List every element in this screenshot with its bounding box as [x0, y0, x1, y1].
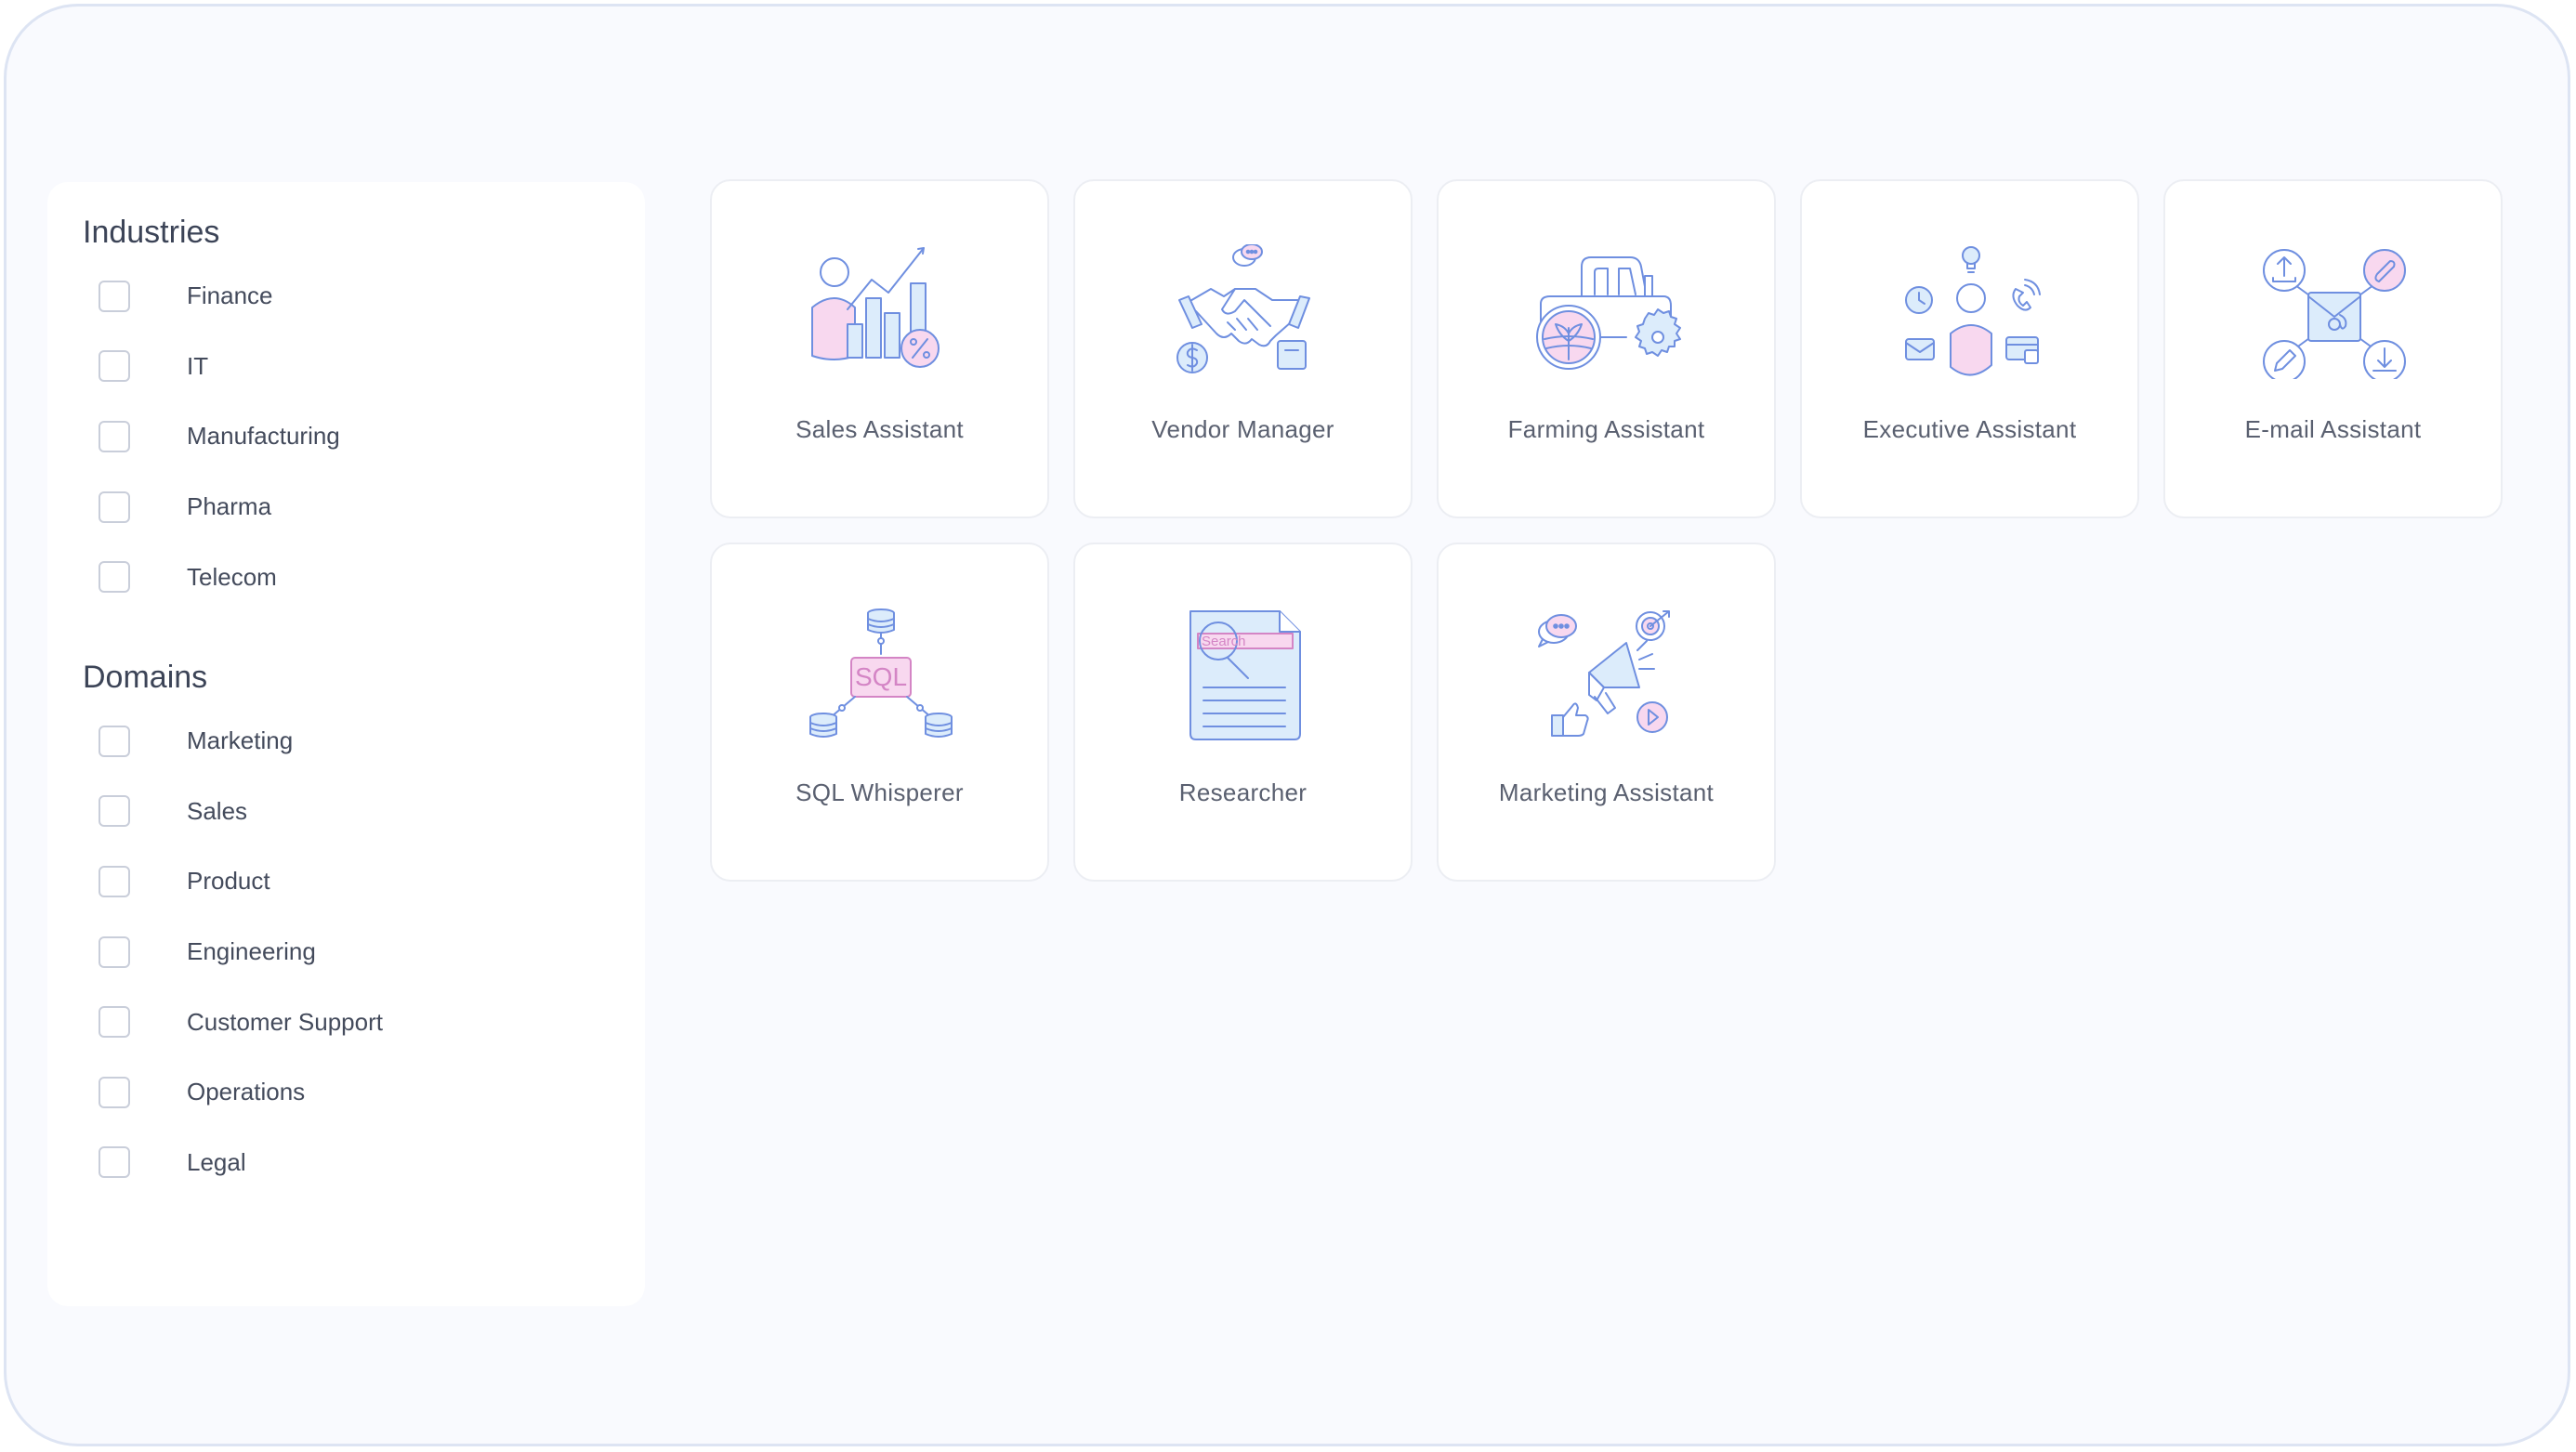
- filter-label: Pharma: [187, 492, 272, 521]
- filter-label: Marketing: [187, 726, 294, 755]
- filter-option-customer-support[interactable]: Customer Support: [99, 987, 383, 1057]
- filter-label: Telecom: [187, 562, 277, 591]
- megaphone-icon: [1533, 608, 1682, 742]
- industries-heading: Industries: [83, 215, 220, 250]
- checkbox[interactable]: [99, 865, 130, 897]
- assistant-card-sql-whisperer[interactable]: SQL SQL Whisperer: [710, 543, 1049, 882]
- checkbox[interactable]: [99, 561, 130, 594]
- checkbox[interactable]: [99, 725, 130, 757]
- checkbox[interactable]: [99, 795, 130, 828]
- sql-label: SQL: [855, 662, 907, 691]
- filter-option-product[interactable]: Product: [99, 846, 383, 917]
- filter-label: Manufacturing: [187, 422, 340, 451]
- app-frame: Industries Finance IT Manufacturing Phar…: [4, 4, 2570, 1446]
- filter-option-it[interactable]: IT: [99, 332, 340, 402]
- assistant-card-email-assistant[interactable]: E-mail Assistant: [2163, 179, 2503, 518]
- checkbox[interactable]: [99, 491, 130, 523]
- card-title: Researcher: [1178, 778, 1308, 806]
- search-document-icon: Search: [1170, 608, 1319, 742]
- filter-option-legal[interactable]: Legal: [99, 1128, 383, 1198]
- sales-chart-icon: [807, 244, 955, 379]
- assistant-card-executive-assistant[interactable]: Executive Assistant: [1800, 179, 2139, 518]
- card-title: Executive Assistant: [1862, 415, 2077, 443]
- checkbox[interactable]: [99, 1006, 130, 1039]
- filter-option-telecom[interactable]: Telecom: [99, 542, 340, 612]
- filter-label: Operations: [187, 1078, 306, 1106]
- filter-label: Product: [187, 867, 270, 896]
- filter-option-pharma[interactable]: Pharma: [99, 472, 340, 543]
- filter-option-sales[interactable]: Sales: [99, 777, 383, 847]
- filter-option-finance[interactable]: Finance: [99, 261, 340, 332]
- card-title: Farming Assistant: [1507, 415, 1705, 443]
- checkbox[interactable]: [99, 280, 130, 312]
- filter-option-engineering[interactable]: Engineering: [99, 917, 383, 988]
- executive-icon: [1897, 244, 2045, 379]
- card-title: Marketing Assistant: [1498, 778, 1715, 806]
- filter-label: Customer Support: [187, 1007, 383, 1036]
- assistant-card-vendor-manager[interactable]: Vendor Manager: [1073, 179, 1413, 518]
- industries-filter-list: Finance IT Manufacturing Pharma Telecom: [99, 261, 340, 612]
- checkbox[interactable]: [99, 935, 130, 968]
- filter-label: Engineering: [187, 937, 316, 966]
- filter-label: Finance: [187, 281, 273, 310]
- filter-option-marketing[interactable]: Marketing: [99, 706, 383, 777]
- checkbox[interactable]: [99, 1076, 130, 1108]
- checkbox[interactable]: [99, 1146, 130, 1179]
- card-title: Sales Assistant: [795, 415, 964, 443]
- email-icon: [2260, 244, 2409, 379]
- filter-label: Sales: [187, 796, 248, 825]
- domains-filter-list: Marketing Sales Product Engineering Cust…: [99, 706, 383, 1197]
- filter-option-manufacturing[interactable]: Manufacturing: [99, 401, 340, 472]
- filter-panel: Industries Finance IT Manufacturing Phar…: [47, 182, 645, 1306]
- assistant-card-marketing-assistant[interactable]: Marketing Assistant: [1437, 543, 1776, 882]
- filter-label: IT: [187, 351, 209, 380]
- domains-heading: Domains: [83, 660, 208, 695]
- filter-option-operations[interactable]: Operations: [99, 1057, 383, 1128]
- search-label: Search: [1202, 634, 1246, 649]
- card-title: SQL Whisperer: [795, 778, 964, 806]
- sql-database-icon: SQL: [807, 608, 955, 742]
- assistant-card-sales-assistant[interactable]: Sales Assistant: [710, 179, 1049, 518]
- tractor-icon: [1533, 244, 1682, 379]
- card-title: E-mail Assistant: [2244, 415, 2422, 443]
- assistant-card-researcher[interactable]: Search Researcher: [1073, 543, 1413, 882]
- card-title: Vendor Manager: [1151, 415, 1334, 443]
- filter-label: Legal: [187, 1147, 246, 1176]
- handshake-icon: [1170, 244, 1319, 379]
- assistant-card-farming-assistant[interactable]: Farming Assistant: [1437, 179, 1776, 518]
- checkbox[interactable]: [99, 420, 130, 452]
- checkbox[interactable]: [99, 350, 130, 383]
